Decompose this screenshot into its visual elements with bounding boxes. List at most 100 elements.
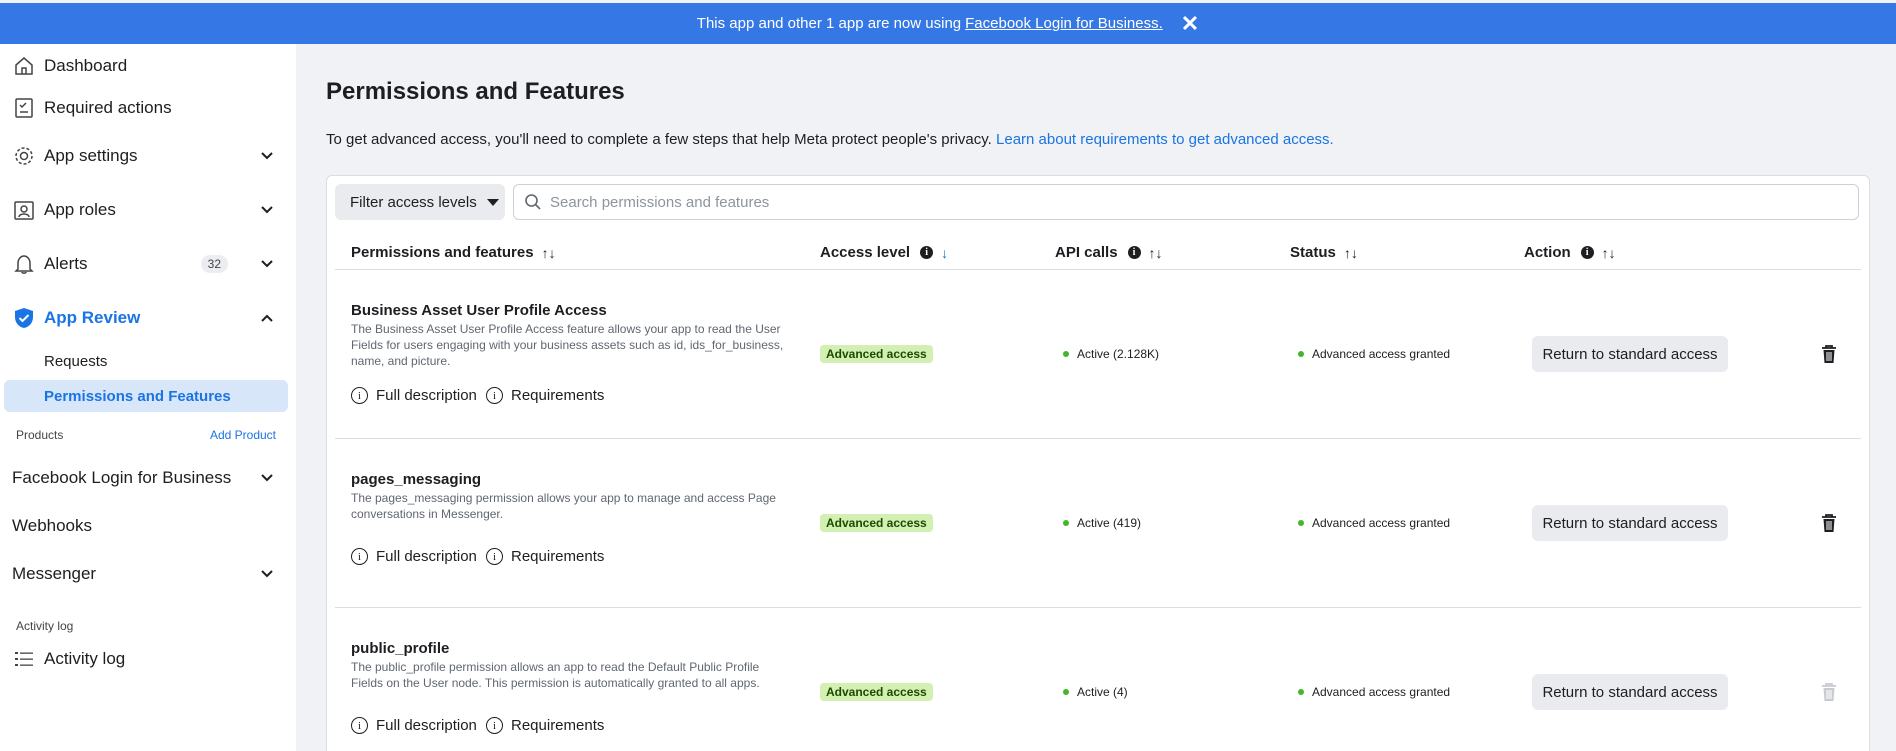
home-icon	[12, 54, 36, 78]
chevron-down-icon[interactable]	[260, 203, 274, 217]
id-badge-icon	[12, 198, 36, 222]
requirements-link[interactable]: i Requirements	[486, 548, 604, 565]
sidebar-item-label: Webhooks	[12, 516, 93, 535]
column-header-label: Permissions and features	[351, 244, 534, 261]
chevron-down-icon[interactable]	[260, 471, 274, 485]
column-header-action[interactable]: Action i ↑↓	[1524, 244, 1616, 261]
status-text: Advanced access granted	[1312, 685, 1451, 699]
chevron-down-icon[interactable]	[260, 149, 274, 163]
sidebar-item-app-review[interactable]: App Review	[12, 300, 284, 336]
clipboard-check-icon	[12, 96, 36, 120]
page-title: Permissions and Features	[326, 78, 625, 105]
return-standard-access-button[interactable]: Return to standard access	[1532, 505, 1728, 541]
info-icon[interactable]: i	[1127, 246, 1141, 259]
banner-link[interactable]: Facebook Login for Business.	[965, 15, 1163, 32]
chevron-down-icon[interactable]	[260, 257, 274, 271]
info-icon[interactable]: i	[1580, 246, 1594, 259]
sidebar-item-app-settings[interactable]: App settings	[12, 138, 284, 174]
sidebar-item-facebook-login[interactable]: Facebook Login for Business	[12, 460, 284, 496]
page-description: To get advanced access, you'll need to c…	[326, 131, 1334, 148]
link-label: Full description	[376, 717, 477, 734]
column-header-access-level[interactable]: Access level i ↓	[820, 244, 948, 261]
link-label: Requirements	[511, 387, 605, 404]
column-header-api-calls[interactable]: API calls i ↑↓	[1055, 244, 1163, 261]
sidebar-item-required-actions[interactable]: Required actions	[12, 90, 284, 126]
api-calls-text: Active (419)	[1077, 516, 1142, 530]
gear-icon	[12, 144, 36, 168]
active-dot	[1298, 351, 1304, 357]
info-circle-icon: i	[351, 387, 368, 404]
info-icon[interactable]: i	[920, 246, 934, 259]
permission-description: The public_profile permission allows an …	[351, 660, 760, 690]
column-header-label: Status	[1290, 244, 1336, 261]
link-label: Full description	[376, 548, 477, 565]
shield-check-icon	[12, 306, 36, 330]
sidebar-subitem-permissions-features[interactable]: Permissions and Features	[4, 380, 288, 412]
sidebar-item-activity-log[interactable]: Activity log	[12, 641, 284, 677]
link-label: Full description	[376, 387, 477, 404]
link-label: Requirements	[511, 548, 605, 565]
full-description-link[interactable]: i Full description	[351, 387, 477, 404]
sidebar-item-label: Messenger	[12, 564, 97, 583]
requirements-link[interactable]: Learn about requirements to get advanced…	[996, 131, 1334, 148]
permission-name: public_profile	[351, 640, 450, 657]
table-row: public_profile The public_profile permis…	[335, 608, 1861, 751]
filter-access-levels-button[interactable]: Filter access levels	[335, 184, 505, 220]
sidebar-item-alerts[interactable]: Alerts 32	[12, 246, 284, 282]
requirements-link[interactable]: i Requirements	[486, 387, 604, 404]
return-standard-access-button[interactable]: Return to standard access	[1532, 336, 1728, 372]
sidebar-item-dashboard[interactable]: Dashboard	[12, 48, 284, 84]
sidebar-item-app-roles[interactable]: App roles	[12, 192, 284, 228]
sidebar-item-messenger[interactable]: Messenger	[12, 556, 284, 592]
access-level-badge: Advanced access	[820, 345, 933, 363]
filter-label: Filter access levels	[350, 193, 477, 211]
chevron-down-icon[interactable]	[260, 567, 274, 581]
column-header-label: Action	[1524, 244, 1571, 261]
search-input[interactable]	[550, 193, 1750, 211]
sort-icon[interactable]: ↑↓	[1344, 245, 1358, 261]
active-dot	[1063, 351, 1069, 357]
active-dot	[1298, 520, 1304, 526]
return-standard-access-button[interactable]: Return to standard access	[1532, 674, 1728, 710]
permissions-panel: Filter access levels Permissions and fea…	[326, 175, 1870, 751]
permission-description: The pages_messaging permission allows yo…	[351, 491, 776, 521]
column-header-status[interactable]: Status ↑↓	[1290, 244, 1358, 261]
sidebar-item-label: App roles	[44, 200, 116, 219]
permission-description: The Business Asset User Profile Access f…	[351, 322, 784, 368]
sort-desc-icon[interactable]: ↓	[941, 245, 948, 261]
sidebar: Dashboard Required actions App settings …	[0, 44, 296, 751]
add-product-link[interactable]: Add Product	[210, 428, 276, 442]
search-box[interactable]	[513, 184, 1859, 220]
status-text: Advanced access granted	[1312, 516, 1451, 530]
permission-name: Business Asset User Profile Access	[351, 302, 607, 319]
full-description-link[interactable]: i Full description	[351, 548, 477, 565]
requirements-link[interactable]: i Requirements	[486, 717, 604, 734]
access-status: Advanced access granted	[1298, 347, 1450, 361]
sidebar-item-webhooks[interactable]: Webhooks	[12, 508, 284, 544]
active-dot	[1298, 689, 1304, 695]
sort-icon[interactable]: ↑↓	[542, 245, 556, 261]
sidebar-item-label: Alerts	[44, 254, 88, 273]
info-circle-icon: i	[351, 717, 368, 734]
trash-icon[interactable]	[1820, 513, 1838, 533]
sidebar-item-label: App settings	[44, 146, 138, 165]
sort-icon[interactable]: ↑↓	[1602, 245, 1616, 261]
column-header-label: Access level	[820, 244, 911, 261]
sidebar-subitem-requests[interactable]: Requests	[44, 353, 107, 370]
sidebar-item-label: Activity log	[44, 649, 126, 668]
api-calls-status: Active (4)	[1063, 685, 1128, 699]
trash-icon[interactable]	[1820, 344, 1838, 364]
full-description-link[interactable]: i Full description	[351, 717, 477, 734]
bell-icon	[12, 252, 36, 276]
activity-section-label: Activity log	[16, 619, 74, 633]
search-icon	[525, 194, 541, 210]
chevron-up-icon[interactable]	[260, 311, 274, 325]
sort-icon[interactable]: ↑↓	[1149, 245, 1163, 261]
top-banner: This app and other 1 app are now using F…	[0, 3, 1896, 44]
api-calls-status: Active (2.128K)	[1063, 347, 1159, 361]
info-circle-icon: i	[486, 717, 503, 734]
close-icon[interactable]: ✕	[1181, 12, 1199, 35]
sidebar-item-label: Dashboard	[44, 56, 128, 75]
column-header-permissions[interactable]: Permissions and features ↑↓	[351, 244, 556, 261]
table-row: pages_messaging The pages_messaging perm…	[335, 439, 1861, 608]
